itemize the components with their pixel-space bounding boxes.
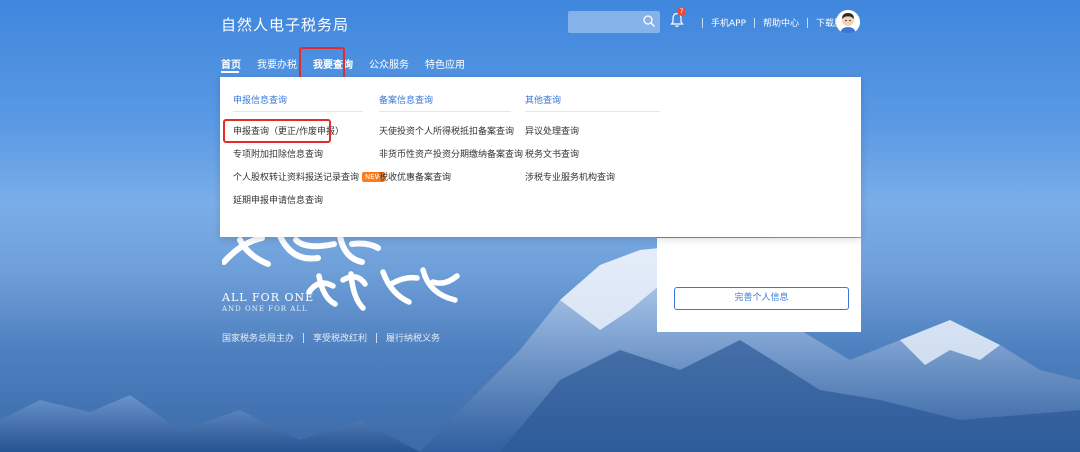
query-dropdown-menu: 申报信息查询 申报查询（更正/作废申报） 专项附加扣除信息查询 个人股权转让资料… [220, 77, 861, 237]
menu-item-tax-document-query[interactable]: 税务文书查询 [525, 149, 660, 172]
highlight-box-item [223, 119, 331, 143]
menu-item-non-monetary-investment-query[interactable]: 非货币性资产投资分期缴纳备案查询 [379, 149, 523, 172]
slogan-english-2: AND ONE FOR ALL [222, 305, 308, 313]
slogan-chinese: 国家税务总局主办 享受税改红利 履行纳税义务 [222, 331, 440, 344]
complete-profile-button[interactable]: 完善个人信息 [674, 287, 849, 310]
slogan-part: 国家税务总局主办 [222, 334, 295, 344]
menu-item-special-deduction-query[interactable]: 专项附加扣除信息查询 [233, 149, 363, 172]
side-card [657, 238, 861, 332]
column-title: 申报信息查询 [233, 96, 288, 106]
menu-item-tax-incentive-query[interactable]: 税收优惠备案查询 [379, 172, 511, 195]
divider [525, 111, 660, 112]
column-title: 备案信息查询 [379, 96, 434, 106]
highlight-box-nav [299, 47, 345, 79]
nav-active-underline [221, 71, 239, 73]
mobile-app-link[interactable]: 手机APP [711, 16, 746, 29]
slogan-part: 享受税改红利 [313, 334, 368, 344]
main-nav: 首页 我要办税 我要查询 公众服务 特色应用 [221, 56, 481, 71]
column-other-query: 其他查询 异议处理查询 税务文书查询 涉税专业服务机构查询 [525, 77, 660, 195]
calligraphy-strokes [306, 267, 460, 311]
divider [807, 17, 809, 28]
column-declaration-query: 申报信息查询 申报查询（更正/作废申报） 专项附加扣除信息查询 个人股权转让资料… [233, 77, 385, 218]
divider [702, 17, 703, 28]
site-title[interactable]: 自然人电子税务局 [221, 14, 349, 35]
nav-public-service[interactable]: 公众服务 [369, 56, 409, 71]
divider [376, 332, 378, 343]
divider [303, 332, 305, 343]
divider [754, 17, 756, 28]
top-links: 手机APP 帮助中心 下载服务 [694, 16, 852, 29]
avatar[interactable] [836, 10, 860, 34]
nav-home[interactable]: 首页 [221, 56, 241, 71]
help-center-link[interactable]: 帮助中心 [763, 16, 799, 29]
nav-handle-tax[interactable]: 我要办税 [257, 56, 297, 71]
nav-special-apps[interactable]: 特色应用 [425, 56, 465, 71]
menu-item-objection-query[interactable]: 异议处理查询 [525, 126, 660, 149]
search-input[interactable] [568, 11, 660, 33]
search-icon[interactable] [642, 14, 656, 28]
avatar-icon [836, 10, 860, 34]
calligraphy-slogan-2 [305, 264, 460, 314]
divider [379, 111, 511, 112]
slogan-english-1: ALL FOR ONE [222, 291, 315, 304]
menu-item-equity-transfer-query[interactable]: 个人股权转让资料报送记录查询 NEW [233, 172, 385, 195]
menu-item-angel-investment-query[interactable]: 天使投资个人所得税抵扣备案查询 [379, 126, 514, 149]
column-title: 其他查询 [525, 96, 562, 106]
column-filing-query: 备案信息查询 天使投资个人所得税抵扣备案查询 非货币性资产投资分期缴纳备案查询 … [379, 77, 523, 195]
divider [233, 111, 363, 112]
menu-item-deferred-declaration-query[interactable]: 延期申报申请信息查询 [233, 195, 363, 218]
menu-item-label: 个人股权转让资料报送记录查询 [233, 173, 360, 183]
slogan-part: 履行纳税义务 [386, 334, 441, 344]
notification-badge: 7 [677, 7, 686, 16]
menu-item-tax-service-agency-query[interactable]: 涉税专业服务机构查询 [525, 172, 660, 195]
